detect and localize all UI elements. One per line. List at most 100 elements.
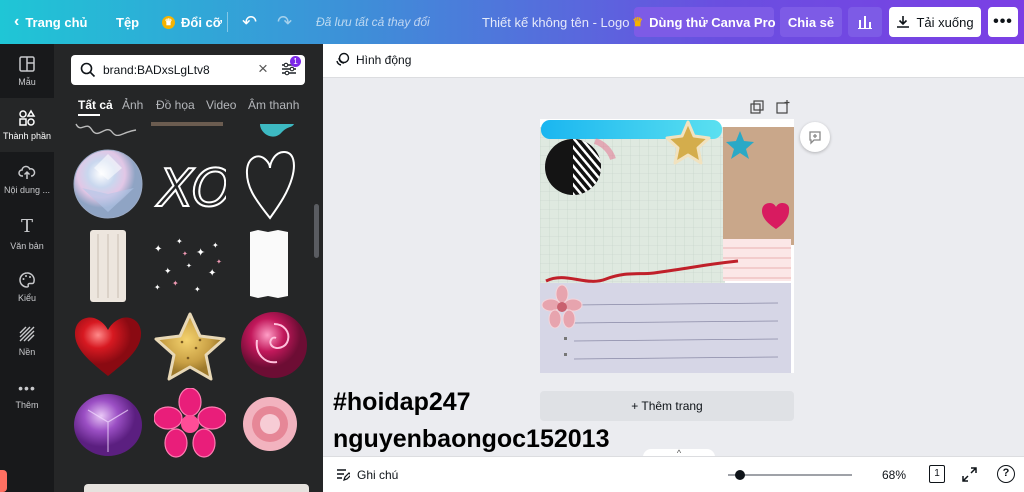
search-input[interactable]: [103, 60, 253, 80]
svg-text:✦: ✦: [212, 241, 219, 250]
filter-badge: 1: [290, 56, 301, 67]
home-label: Trang chủ: [25, 14, 88, 30]
zoom-slider[interactable]: [728, 474, 852, 476]
insights-button[interactable]: [848, 7, 882, 37]
search-box: × 1: [71, 55, 305, 85]
rail-label: Thêm: [15, 400, 39, 410]
xo-graphic[interactable]: XO: [152, 148, 226, 220]
share-button[interactable]: Chia sẻ: [780, 7, 842, 37]
svg-text:✦: ✦: [186, 262, 192, 270]
more-icon: •••: [18, 380, 36, 396]
rail-item-elements[interactable]: Thành phần: [0, 98, 54, 152]
xo-text: XO: [155, 159, 226, 219]
design-page[interactable]: [540, 119, 794, 373]
rail-item-styles[interactable]: Kiểu: [0, 260, 54, 314]
elements-icon: [19, 109, 36, 126]
svg-text:✦: ✦: [208, 268, 216, 279]
rail-label: Kiểu: [17, 293, 36, 303]
watermark-text: #hoidap247 nguyenbaongoc152013: [333, 384, 609, 458]
rail-item-text[interactable]: T Văn bản: [0, 206, 54, 260]
divider: [227, 12, 228, 32]
background-icon: [19, 326, 35, 342]
svg-text:✦: ✦: [176, 237, 183, 246]
help-button[interactable]: ?: [997, 465, 1015, 483]
pink-rose-gem-graphic[interactable]: [239, 310, 309, 380]
upload-icon: [18, 165, 36, 179]
animate-label: Hình động: [356, 52, 412, 67]
resize-button[interactable]: ♛ Đổi cỡ: [162, 0, 222, 44]
home-link[interactable]: ‹ Trang chủ: [14, 0, 87, 44]
filter-button[interactable]: 1: [281, 56, 301, 79]
paper-strip-graphic[interactable]: [84, 484, 309, 492]
rail-item-templates[interactable]: Mẫu: [0, 44, 54, 98]
pink-round-gem-graphic[interactable]: [242, 396, 298, 452]
file-menu[interactable]: Tệp: [116, 0, 139, 44]
gold-star-graphic[interactable]: [152, 310, 228, 384]
try-pro-label: Dùng thử Canva Pro: [649, 14, 776, 30]
download-label: Tải xuống: [916, 14, 974, 30]
chevron-left-icon: ‹: [14, 13, 20, 30]
side-rail: Mẫu Thành phần Nội dung ... T Văn bản Ki…: [0, 44, 54, 492]
paper-scrap-graphic[interactable]: [247, 228, 291, 302]
tab-all[interactable]: Tất cả: [78, 98, 113, 112]
comment-button[interactable]: [800, 122, 830, 152]
crown-icon: ♛: [162, 15, 175, 29]
zoom-level[interactable]: 68%: [882, 468, 906, 482]
notification-tab[interactable]: [0, 470, 7, 492]
fullscreen-icon[interactable]: [962, 467, 977, 482]
rail-item-uploads[interactable]: Nội dung ...: [0, 152, 54, 206]
comment-add-icon: [809, 131, 821, 145]
rail-label: Nền: [18, 347, 36, 357]
tab-audio[interactable]: Âm thanh: [248, 98, 299, 112]
tab-photos[interactable]: Ảnh: [122, 98, 143, 112]
download-button[interactable]: Tải xuống: [889, 7, 981, 37]
notes-label: Ghi chú: [357, 467, 399, 482]
sparkles-graphic[interactable]: ✦✦✦✦✦ ✦✦✦ ✦✦✦✦: [150, 234, 228, 296]
watermark-line-1: #hoidap247: [333, 388, 471, 416]
add-page-icon[interactable]: [776, 100, 790, 114]
redo-icon[interactable]: ↷: [277, 0, 292, 44]
svg-text:✦: ✦: [164, 266, 172, 276]
rail-item-more[interactable]: ••• Thêm: [0, 368, 54, 422]
rail-label: Thành phần: [2, 131, 52, 141]
tab-videos[interactable]: Video: [206, 98, 236, 112]
crystal-gem-graphic[interactable]: [72, 148, 144, 220]
knit-swatch-graphic[interactable]: [88, 228, 128, 304]
search-icon: [80, 62, 96, 78]
watermark-line-2: nguyenbaongoc152013: [333, 425, 610, 453]
rail-label: Mẫu: [18, 77, 36, 87]
red-heart-gem-graphic[interactable]: [72, 314, 144, 380]
page-count-button[interactable]: 1: [929, 465, 945, 483]
purple-gem-graphic[interactable]: [72, 390, 144, 460]
tab-graphics[interactable]: Đồ họa: [156, 98, 195, 112]
pink-flower-gem-graphic[interactable]: [154, 388, 226, 458]
notes-icon: [337, 469, 350, 481]
undo-icon[interactable]: ↶: [242, 0, 257, 44]
svg-text:✦: ✦: [154, 283, 161, 292]
clear-icon[interactable]: ×: [258, 59, 268, 79]
svg-text:✦: ✦: [154, 244, 162, 255]
svg-text:✦: ✦: [194, 285, 201, 294]
scribble-graphic[interactable]: [71, 122, 141, 136]
text-icon: T: [20, 215, 33, 237]
gem-graphic[interactable]: [252, 122, 302, 144]
zoom-slider-handle[interactable]: [735, 470, 745, 480]
animate-button[interactable]: Hình động: [335, 52, 411, 67]
svg-text:✦: ✦: [172, 279, 179, 288]
rail-label: Nội dung ...: [3, 185, 51, 195]
rail-item-background[interactable]: Nền: [0, 314, 54, 368]
duplicate-page-icon[interactable]: [750, 100, 764, 114]
heart-outline-graphic[interactable]: [244, 148, 296, 224]
animate-icon: [336, 52, 350, 66]
template-icon: [19, 56, 35, 72]
save-status: Đã lưu tất cả thay đổi: [316, 15, 430, 29]
notes-button[interactable]: Ghi chú: [335, 467, 398, 482]
palette-icon: [19, 272, 35, 288]
more-menu-button[interactable]: •••: [988, 7, 1018, 37]
tape-graphic[interactable]: [151, 122, 223, 126]
resize-label: Đổi cỡ: [181, 14, 223, 30]
rail-label: Văn bản: [10, 240, 44, 251]
crown-icon: ♛: [632, 15, 644, 29]
try-pro-button[interactable]: ♛ Dùng thử Canva Pro: [632, 7, 776, 37]
design-title[interactable]: Thiết kế không tên - Logo: [482, 0, 629, 44]
